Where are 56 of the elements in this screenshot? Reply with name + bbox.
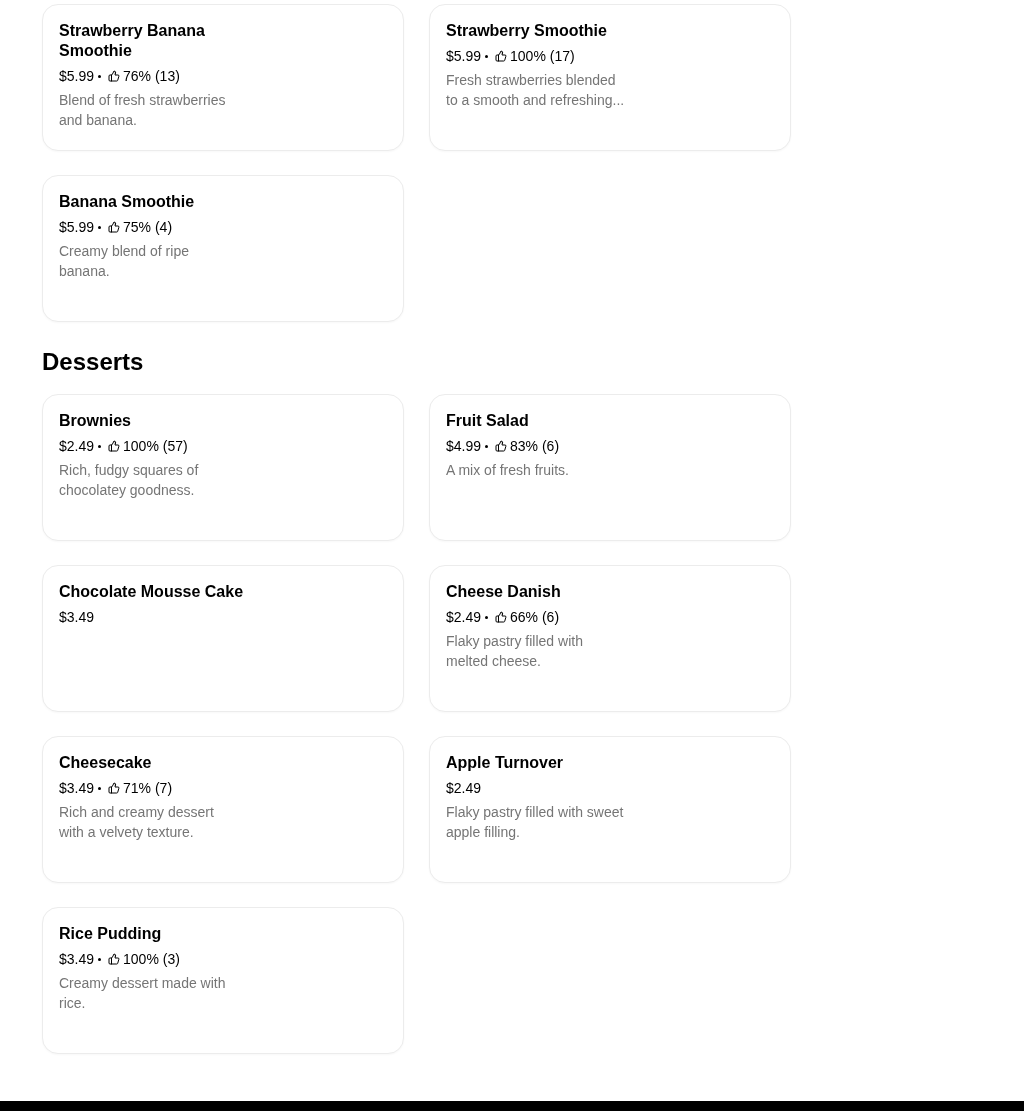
thumbs-up-icon xyxy=(108,953,121,965)
menu-item-card[interactable]: Cheese Danish $2.49 66% (6) Flaky pastry filled with melted cheese. xyxy=(429,565,791,712)
menu-item-card[interactable]: Cheesecake $3.49 71% (7) Rich and creamy dessert with a velvety texture. xyxy=(42,736,404,883)
rating-text: 100% (3) xyxy=(123,950,180,969)
menu-item-card[interactable]: Strawberry Smoothie $5.99 100% (17) Fresh strawberries blended to a smooth and refreshing... xyxy=(429,4,791,151)
item-price: $5.99 xyxy=(59,67,95,86)
item-title: Chocolate Mousse Cake xyxy=(59,582,245,602)
item-title: Cheesecake xyxy=(59,753,153,773)
menu-item-card[interactable]: Rice Pudding $3.49 100% (3) Creamy dessert made with rice. xyxy=(42,907,404,1054)
item-description: Blend of fresh strawberries and banana. xyxy=(59,91,227,130)
item-title: Banana Smoothie xyxy=(59,192,196,212)
item-description: Flaky pastry filled with sweet apple filling. xyxy=(446,803,625,842)
item-description: Creamy dessert made with rice. xyxy=(59,974,227,1013)
item-title: Rice Pudding xyxy=(59,924,163,944)
item-price: $3.49 xyxy=(59,779,95,798)
rating-text: 76% (13) xyxy=(123,67,180,86)
menu-item-card[interactable]: Brownies $2.49 100% (57) Rich, fudgy squares of chocolatey goodness. xyxy=(42,394,404,541)
thumbs-up-icon xyxy=(495,440,508,452)
rating-text: 83% (6) xyxy=(510,437,560,456)
menu-item-card[interactable]: Fruit Salad $4.99 83% (6) A mix of fresh fruits. xyxy=(429,394,791,541)
item-description: Rich, fudgy squares of chocolatey goodness. xyxy=(59,461,200,500)
rating-text: 66% (6) xyxy=(510,608,560,627)
item-description: Flaky pastry filled with melted cheese. xyxy=(446,632,584,671)
thumbs-up-icon xyxy=(495,50,508,62)
rating-text: 75% (4) xyxy=(123,218,173,237)
menu-item-card[interactable]: Chocolate Mousse Cake $3.49 xyxy=(42,565,404,712)
item-price: $5.99 xyxy=(446,47,482,66)
item-price: $3.49 xyxy=(59,608,95,627)
item-price: $3.49 xyxy=(59,950,95,969)
item-description: Fresh strawberries blended to a smooth and refreshing... xyxy=(446,71,626,110)
item-title: Fruit Salad xyxy=(446,411,530,431)
thumbs-up-icon xyxy=(108,440,121,452)
item-price: $4.99 xyxy=(446,437,482,456)
section-heading: Desserts xyxy=(42,347,145,377)
item-description: Rich and creamy dessert with a velvety texture. xyxy=(59,803,215,842)
thumbs-up-icon xyxy=(108,782,121,794)
item-price: $2.49 xyxy=(59,437,95,456)
menu-item-card[interactable]: Banana Smoothie $5.99 75% (4) Creamy blend of ripe banana. xyxy=(42,175,404,322)
thumbs-up-icon xyxy=(108,221,121,233)
item-price: $2.49 xyxy=(446,608,482,627)
rating-text: 71% (7) xyxy=(123,779,173,798)
item-description: A mix of fresh fruits. xyxy=(446,461,570,480)
item-title: Strawberry Banana Smoothie xyxy=(59,21,206,61)
item-description: Creamy blend of ripe banana. xyxy=(59,242,190,281)
thumbs-up-icon xyxy=(495,611,508,623)
item-price: $5.99 xyxy=(59,218,95,237)
menu-item-card[interactable]: Apple Turnover $2.49 Flaky pastry filled with sweet apple filling. xyxy=(429,736,791,883)
item-title: Strawberry Smoothie xyxy=(446,21,608,41)
menu-item-card[interactable]: Strawberry Banana Smoothie $5.99 76% (13) Blend of fresh strawberries and banana. xyxy=(42,4,404,151)
item-price: $2.49 xyxy=(446,779,482,798)
item-title: Brownies xyxy=(59,411,132,431)
rating-text: 100% (17) xyxy=(510,47,575,66)
item-title: Cheese Danish xyxy=(446,582,562,602)
item-title: Apple Turnover xyxy=(446,753,565,773)
rating-text: 100% (57) xyxy=(123,437,188,456)
thumbs-up-icon xyxy=(108,70,121,82)
